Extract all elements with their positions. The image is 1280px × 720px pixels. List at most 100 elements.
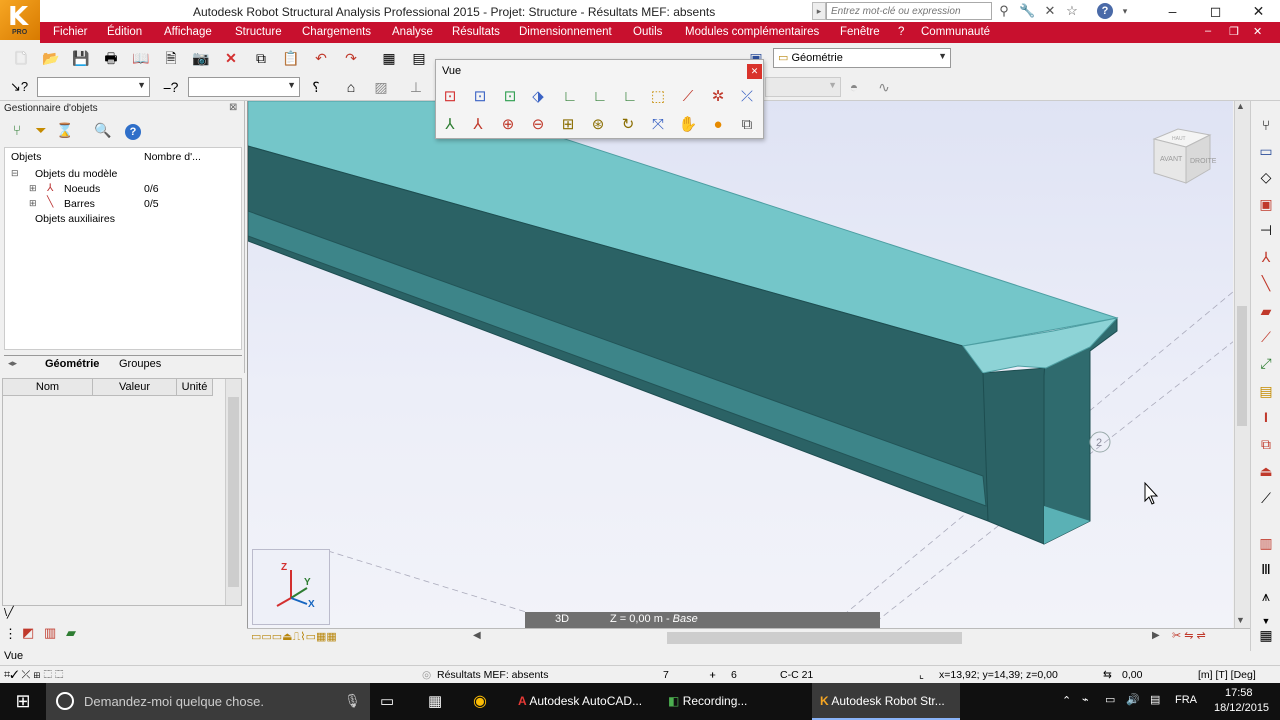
- scroll-up-icon[interactable]: ▲: [1236, 101, 1245, 111]
- cortana-search[interactable]: Demandez-moi quelque chose. 🎙: [46, 683, 370, 720]
- menu-structure[interactable]: Structure: [235, 26, 282, 38]
- tables-icon[interactable]: ▤: [408, 47, 430, 69]
- tree-model-objects[interactable]: Objets du modèle: [35, 168, 117, 180]
- windows-start-icon[interactable]: ⊞: [0, 683, 46, 720]
- view-tools-icons[interactable]: ✂ ⇋ ⇌: [1172, 629, 1206, 642]
- open-folder-icon[interactable]: 📂: [40, 47, 62, 69]
- microphone-icon[interactable]: 🎙: [344, 693, 361, 709]
- zoom-all-icon[interactable]: ⊛: [586, 113, 610, 137]
- tab-scroll-left-icon[interactable]: ◂▸: [8, 358, 17, 369]
- print-preview-icon[interactable]: 📖: [130, 47, 152, 69]
- search-input[interactable]: [826, 2, 992, 20]
- task-robot[interactable]: K Autodesk Robot Str...: [812, 683, 960, 720]
- view-3d-icon[interactable]: ⬗: [526, 85, 550, 109]
- undo-icon[interactable]: ↶: [310, 47, 332, 69]
- 3d-viewport[interactable]: 2 AVANT DROITE HAUT Z Y X: [247, 101, 1233, 628]
- scroll-down-icon[interactable]: ▼: [1236, 615, 1245, 625]
- menu-fichier[interactable]: Fichier: [53, 26, 88, 38]
- nodes-numbering-icon[interactable]: ⑂: [1256, 115, 1276, 135]
- scroll-right-icon[interactable]: ▶: [1152, 630, 1160, 641]
- pan-icon[interactable]: ⅄: [438, 113, 462, 137]
- paste-icon[interactable]: 📋: [280, 47, 302, 69]
- task-view-icon[interactable]: ▭: [380, 683, 402, 720]
- offset-icon[interactable]: ⤢: [1256, 353, 1276, 373]
- help-dropdown-icon[interactable]: ▾: [1117, 3, 1133, 19]
- menu-edition[interactable]: Édition: [107, 26, 142, 38]
- zoom-dynamic-icon[interactable]: ⤧: [646, 113, 670, 137]
- viewport-vertical-scrollbar[interactable]: ▲ ▼: [1234, 101, 1250, 628]
- menu-modules[interactable]: Modules complémentaires: [685, 26, 819, 38]
- windows-icon[interactable]: ⧉: [735, 113, 759, 137]
- menu-fenetre[interactable]: Fenêtre: [840, 26, 880, 38]
- panel-tool-icon[interactable]: ▰: [1256, 301, 1276, 321]
- view-xz-icon[interactable]: ⊡: [438, 85, 462, 109]
- close-icon[interactable]: ⊠: [229, 102, 237, 113]
- status-tools-icons[interactable]: ⌗✓ ⤫ ⊞ ⬚ ⬚: [4, 669, 63, 682]
- view-yz-icon[interactable]: ⊡: [468, 85, 492, 109]
- minimize-button[interactable]: –: [1150, 0, 1195, 22]
- edit-icon[interactable]: ▰: [66, 625, 76, 641]
- wave-icon[interactable]: ∿: [873, 76, 895, 98]
- cube-icon[interactable]: ▣: [1256, 194, 1276, 214]
- zoom-window-icon[interactable]: ⊞: [556, 113, 580, 137]
- task-recording[interactable]: ◧ Recording...: [660, 683, 808, 720]
- expand-icon[interactable]: ⊞: [29, 183, 37, 194]
- support-icon[interactable]: ⊣: [1256, 220, 1276, 240]
- wrench-icon[interactable]: 🔧: [1019, 3, 1035, 19]
- scroll-left-icon[interactable]: ◀: [473, 630, 481, 641]
- scroll-thumb[interactable]: [228, 397, 239, 587]
- print-icon[interactable]: 🖶: [100, 47, 122, 69]
- tree-auxiliary-objects[interactable]: Objets auxiliaires: [35, 213, 115, 225]
- sections-icon[interactable]: ⊥: [405, 76, 427, 98]
- scroll-thumb[interactable]: [1237, 306, 1247, 426]
- selection-tool-icon[interactable]: ◩: [22, 625, 34, 641]
- sphere-icon[interactable]: ◓: [843, 76, 865, 98]
- bottom-tools-icons[interactable]: ▭▭▭⏏⎍⌇▭▦▦: [251, 630, 337, 644]
- node-tool-icon[interactable]: ⅄: [1256, 247, 1276, 267]
- bar-tool-icon[interactable]: ╲: [1256, 273, 1276, 293]
- help-icon[interactable]: ?: [1097, 3, 1113, 19]
- menu-help[interactable]: ?: [898, 26, 904, 38]
- screen-capture-icon[interactable]: 📷: [190, 47, 212, 69]
- rotate-3d-icon[interactable]: ✲: [706, 85, 730, 109]
- close-button[interactable]: ✕: [1236, 0, 1280, 22]
- tray-chevron-icon[interactable]: ⌃: [1062, 694, 1071, 707]
- view-2d-icon[interactable]: ▨: [370, 76, 392, 98]
- expand-icon[interactable]: ⊞: [29, 198, 37, 209]
- perspective-icon[interactable]: ⟋: [676, 85, 700, 109]
- close-icon[interactable]: ✕: [747, 64, 762, 79]
- calculator-app-icon[interactable]: ▦: [428, 683, 450, 720]
- menu-dimensionnement[interactable]: Dimensionnement: [519, 26, 612, 38]
- structure-view-icon[interactable]: ⌂: [340, 76, 362, 98]
- task-autocad[interactable]: A Autodesk AutoCAD...: [510, 683, 658, 720]
- chrome-icon[interactable]: ◉: [473, 683, 495, 720]
- mdi-restore-button[interactable]: ❐: [1229, 25, 1239, 38]
- rotate-view-icon[interactable]: ↻: [616, 113, 640, 137]
- delete-icon[interactable]: ✕: [220, 47, 242, 69]
- view-cube[interactable]: AVANT DROITE HAUT: [1148, 121, 1218, 191]
- notification-icon[interactable]: ▤: [1150, 693, 1160, 706]
- display-icon[interactable]: ▭: [1256, 141, 1276, 161]
- clear-icon[interactable]: ▥: [44, 625, 56, 641]
- axes-rotate-icon[interactable]: ⤫: [735, 85, 759, 109]
- save-icon[interactable]: 💾: [70, 47, 92, 69]
- disabled-combo[interactable]: ▼: [765, 77, 841, 97]
- rotate-axis-icon[interactable]: ⅄: [466, 113, 490, 137]
- volume-icon[interactable]: 🔊: [1126, 693, 1140, 706]
- tree-nodes[interactable]: Noeuds: [64, 183, 100, 195]
- vue-toolbar[interactable]: Vue ✕ ⊡ ⊡ ⊡ ⬗ ∟ ∟ ∟ ⬚ ⟋ ✲ ⤫ ⅄ ⅄ ⊕ ⊖ ⊞ ⊛ …: [435, 59, 764, 139]
- menu-outils[interactable]: Outils: [633, 26, 662, 38]
- geometry-combo[interactable]: ▭ Géométrie ▼: [773, 48, 951, 68]
- selection-combo[interactable]: ▼: [37, 77, 150, 97]
- frame-icon[interactable]: Ⅲ: [1256, 559, 1276, 579]
- grid-icon[interactable]: ▥: [1256, 533, 1276, 553]
- axis-x-icon[interactable]: ∟: [558, 85, 582, 109]
- properties-scrollbar[interactable]: [225, 379, 241, 605]
- load-icon[interactable]: ⏏: [1256, 461, 1276, 481]
- battery-icon[interactable]: ▭: [1105, 693, 1115, 706]
- hand-pan-icon[interactable]: ✋: [676, 113, 700, 137]
- release-icon[interactable]: ⟋: [1256, 327, 1276, 347]
- menu-resultats[interactable]: Résultats: [452, 26, 500, 38]
- search-icon[interactable]: 🔍: [92, 119, 114, 141]
- axis-y-icon[interactable]: ∟: [588, 85, 612, 109]
